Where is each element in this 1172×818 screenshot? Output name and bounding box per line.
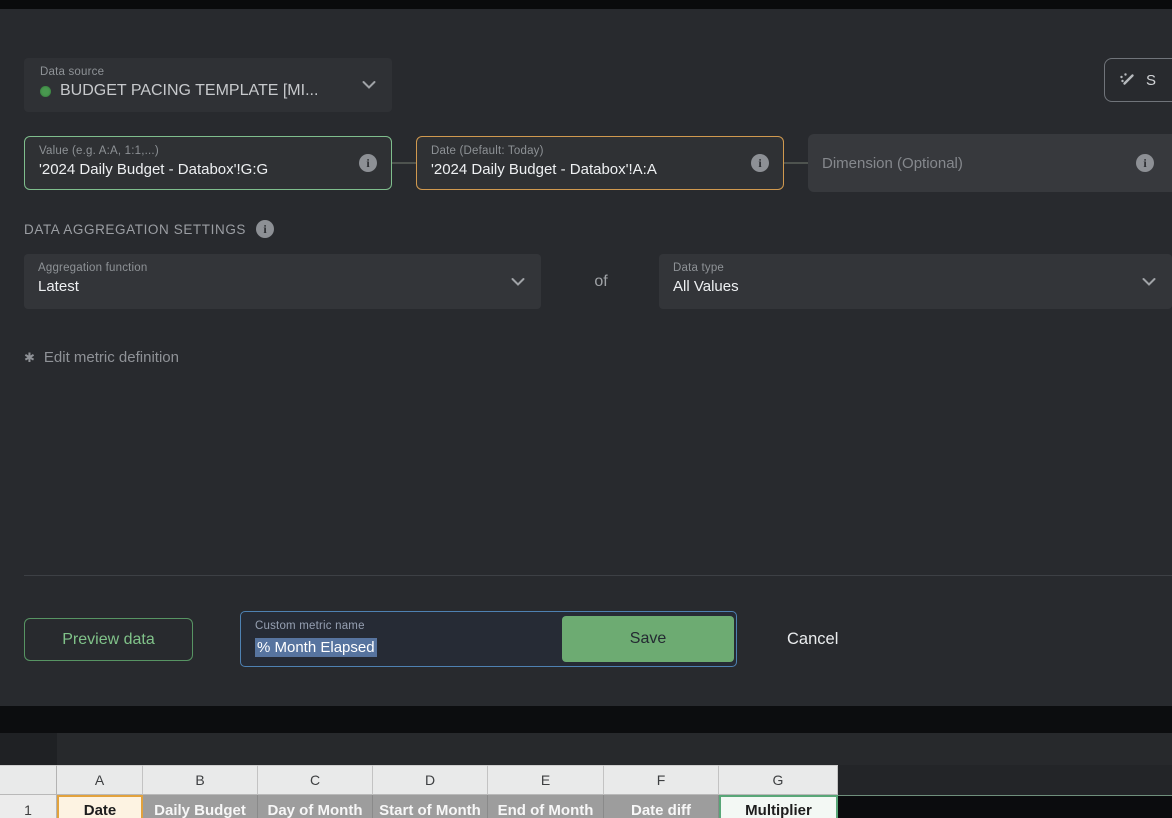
- cell-d1[interactable]: Start of Month: [373, 795, 488, 818]
- suggest-button[interactable]: S: [1104, 58, 1172, 102]
- data-source-label: Data source: [40, 66, 105, 78]
- suggest-button-label: S: [1146, 71, 1157, 89]
- value-field-label: Value (e.g. A:A, 1:1,...): [39, 145, 159, 157]
- custom-metric-name-value[interactable]: % Month Elapsed: [255, 638, 377, 657]
- cancel-button[interactable]: Cancel: [779, 611, 846, 667]
- field-connector-line: [392, 162, 416, 164]
- data-type-select[interactable]: Data type All Values: [659, 254, 1172, 309]
- edit-metric-definition-label: Edit metric definition: [43, 349, 179, 366]
- selected-text: % Month Elapsed: [255, 638, 377, 657]
- dimension-field[interactable]: Dimension (Optional): [808, 134, 1172, 192]
- sheet-corner-strip: [0, 733, 57, 765]
- column-header-a[interactable]: A: [57, 765, 143, 795]
- header-row-filler: [838, 765, 1172, 795]
- edit-metric-definition-link[interactable]: Edit metric definition: [24, 349, 179, 366]
- sheet-top-strip: [57, 733, 1172, 765]
- custom-metric-name-label: Custom metric name: [255, 620, 365, 632]
- save-button[interactable]: Save: [562, 616, 734, 662]
- value-field-value: '2024 Daily Budget - Databox'!G:G: [39, 161, 269, 178]
- screen: Data source BUDGET PACING TEMPLATE [MI..…: [0, 0, 1172, 818]
- aggregation-section-text: DATA AGGREGATION SETTINGS: [24, 221, 247, 237]
- data-type-label: Data type: [673, 262, 725, 274]
- column-header-e[interactable]: E: [488, 765, 604, 795]
- cell-g1[interactable]: Multiplier: [719, 795, 838, 818]
- cell-e1[interactable]: End of Month: [488, 795, 604, 818]
- sheet-row-1: 1 Date Daily Budget Day of Month Start o…: [0, 795, 1172, 818]
- date-field-label: Date (Default: Today): [431, 145, 544, 157]
- info-icon[interactable]: [256, 220, 275, 238]
- preview-data-button[interactable]: Preview data: [24, 618, 193, 661]
- custom-metric-modal: Data source BUDGET PACING TEMPLATE [MI..…: [0, 9, 1172, 706]
- of-label: of: [594, 272, 608, 290]
- sheet-corner-cell[interactable]: [0, 765, 57, 795]
- data-source-select[interactable]: Data source BUDGET PACING TEMPLATE [MI..…: [24, 58, 392, 112]
- chevron-down-icon: [1142, 277, 1156, 286]
- field-connector-line: [784, 162, 808, 164]
- gear-icon: [24, 349, 35, 366]
- cell-c1[interactable]: Day of Month: [258, 795, 373, 818]
- aggregation-function-value: Latest: [38, 278, 79, 295]
- aggregation-function-select[interactable]: Aggregation function Latest: [24, 254, 541, 309]
- dimension-placeholder: Dimension (Optional): [822, 154, 963, 172]
- column-header-g[interactable]: G: [719, 765, 838, 795]
- date-field-value: '2024 Daily Budget - Databox'!A:A: [431, 161, 657, 178]
- column-header-d[interactable]: D: [373, 765, 488, 795]
- chevron-down-icon: [511, 277, 525, 286]
- cell-a1[interactable]: Date: [57, 795, 143, 818]
- cell-b1[interactable]: Daily Budget: [143, 795, 258, 818]
- spreadsheet-preview: A B C D E F G 1 Date Daily Budget Day of…: [0, 706, 1172, 818]
- value-field[interactable]: Value (e.g. A:A, 1:1,...) '2024 Daily Bu…: [24, 136, 392, 190]
- footer-divider: [24, 575, 1172, 576]
- info-icon[interactable]: [751, 154, 769, 172]
- data-source-value: BUDGET PACING TEMPLATE [MI...: [60, 82, 319, 99]
- info-icon[interactable]: [359, 154, 377, 172]
- data-type-value: All Values: [673, 278, 739, 295]
- column-header-f[interactable]: F: [604, 765, 719, 795]
- custom-metric-name-field[interactable]: Custom metric name % Month Elapsed Save: [240, 611, 737, 667]
- column-header-b[interactable]: B: [143, 765, 258, 795]
- info-icon[interactable]: [1136, 154, 1154, 172]
- column-header-c[interactable]: C: [258, 765, 373, 795]
- date-field[interactable]: Date (Default: Today) '2024 Daily Budget…: [416, 136, 784, 190]
- aggregation-function-label: Aggregation function: [38, 262, 148, 274]
- magic-wand-icon: [1120, 73, 1134, 85]
- chevron-down-icon: [362, 81, 376, 89]
- column-header-row: A B C D E F G: [0, 765, 1172, 795]
- aggregation-section-title: DATA AGGREGATION SETTINGS: [24, 220, 275, 238]
- row-number-cell[interactable]: 1: [0, 795, 57, 818]
- row-1-filler: [838, 795, 1172, 818]
- cell-f1[interactable]: Date diff: [604, 795, 719, 818]
- connection-status-dot: [40, 85, 51, 97]
